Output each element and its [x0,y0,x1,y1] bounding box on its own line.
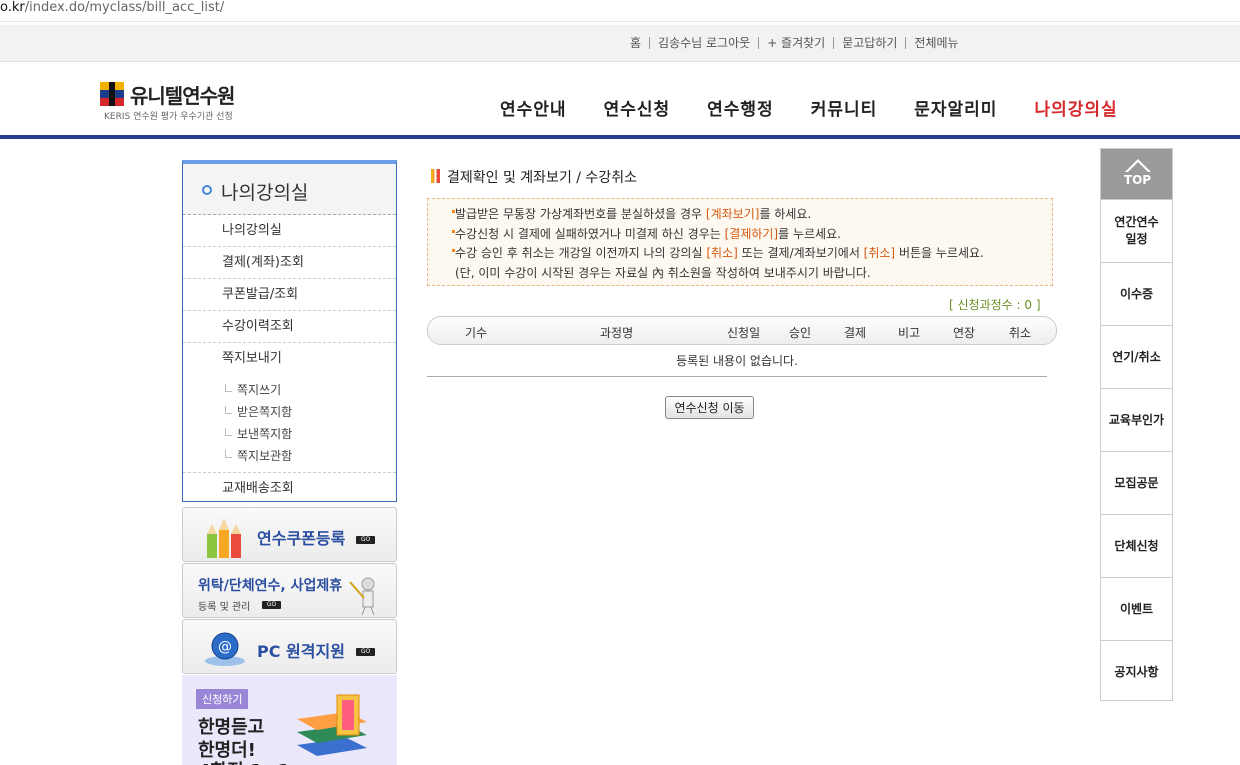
promo-tag: 신청하기 [196,689,249,709]
side-item-message[interactable]: 쪽지보내기 [183,343,396,375]
promo-banner[interactable]: 신청하기 한명듣고 한명더! 4학점 1+1 [182,675,397,765]
main-nav: 연수안내 연수신청 연수행정 커뮤니티 문자알리미 나의강의실 [500,95,1155,120]
quick-annual-schedule[interactable]: 연간연수 일정 [1101,199,1172,262]
logo-name: 유니텔연수원 [130,84,235,108]
util-allmenu-link[interactable]: 전체메뉴 [905,37,966,49]
col-payment: 결제 [844,326,867,340]
books-illustration-icon [297,694,367,756]
empty-message: 등록된 내용이 없습니다. [676,354,798,368]
side-item-history[interactable]: 수강이력조회 [183,311,396,343]
notice-text: 를 하세요. [759,207,812,221]
nav-divider [0,135,1240,139]
util-logout-link[interactable]: 김송수님 로그아웃 [649,37,758,49]
notice-text: 또는 결제/계좌보기에서 [737,246,864,260]
quick-postpone-cancel[interactable]: 연기/취소 [1101,325,1172,388]
scroll-top-button[interactable]: TOP [1101,149,1172,199]
notice-text: 발급받은 무통장 가상계좌번호를 분실하셨을 경우 [455,207,706,221]
notice-highlight: [취소] [706,246,738,260]
logo-tagline: KERIS 연수원 평가 우수기관 선정 [104,112,233,122]
sub-item-write[interactable]: 쪽지쓰기 [183,379,396,401]
promo-line3: 4학점 1+1 [198,757,290,765]
quick-ministry-approval[interactable]: 교육부인가 [1101,388,1172,451]
nav-myclass[interactable]: 나의강의실 [1034,95,1117,120]
svg-text:@: @ [218,639,232,655]
nav-community[interactable]: 커뮤니티 [811,95,878,120]
notice-text: 버튼을 누르세요. [895,246,984,260]
col-course: 과정명 [600,326,634,340]
quick-menu: TOP 연간연수 일정 이수증 연기/취소 교육부인가 모집공문 단체신청 이벤… [1100,148,1173,701]
col-term: 기수 [465,326,488,340]
remote-support-icon: @ [205,632,245,666]
quick-certificate[interactable]: 이수증 [1101,262,1172,325]
pencils-icon [207,518,241,558]
notice-highlight: [결제하기] [724,226,779,241]
sub-item-sent[interactable]: 보낸쪽지함 [183,423,396,445]
arrow-up-icon-inner [1128,162,1148,172]
group-go-badge: GO [262,601,281,609]
coupon-banner[interactable]: 연수쿠폰등록 GO [182,507,397,562]
notice-text: 수강신청 시 결제에 실패하였거나 미결제 하신 경우는 [455,226,725,241]
page-title: 결제확인 및 계좌보기 / 수강취소 [427,167,637,187]
circle-bullet-icon [202,185,212,195]
col-date: 신청일 [727,326,761,340]
nav-guide[interactable]: 연수안내 [500,95,567,120]
side-menu: 나의강의실 나의강의실 결제(계좌)조회 쿠폰발급/조회 수강이력조회 쪽지보내… [182,160,397,502]
quick-recruit-notice[interactable]: 모집공문 [1101,451,1172,514]
nav-sms[interactable]: 문자알리미 [914,95,997,120]
notice-line-1: 발급받은 무통장 가상계좌번호를 분실하셨을 경우 [계좌보기]를 하세요. [452,205,1052,225]
nav-apply[interactable]: 연수신청 [604,95,671,120]
util-home-link[interactable]: 홈 [630,37,649,49]
title-bar-icon [431,169,440,183]
notice-box: 발급받은 무통장 가상계좌번호를 분실하셨을 경우 [계좌보기]를 하세요. 수… [427,198,1053,286]
notice-line-3: 수강 승인 후 취소는 개강일 이전까지 나의 강의실 [취소] 또는 결제/계… [452,244,1052,264]
notice-highlight: [취소] [863,246,896,260]
side-menu-title-text: 나의강의실 [221,182,309,204]
remote-banner-label: PC 원격지원 [257,642,345,661]
quick-group-apply[interactable]: 단체신청 [1101,514,1172,577]
logo-mark-icon [100,82,124,106]
group-banner-label: 위탁/단체연수, 사업제휴 [198,578,343,594]
quick-event[interactable]: 이벤트 [1101,577,1172,640]
util-qna-link[interactable]: 묻고답하기 [833,37,905,49]
message-submenu: 쪽지쓰기 받은쪽지함 보낸쪽지함 쪽지보관함 [183,375,396,473]
table-header: 기수 과정명 신청일 승인 결제 비고 연장 취소 [427,316,1057,345]
side-menu-title: 나의강의실 [183,164,396,215]
remote-go-badge: GO [356,648,375,656]
col-cancel: 취소 [1009,326,1032,340]
go-apply-button[interactable]: 연수신청 이동 [665,396,754,419]
page-title-text: 결제확인 및 계좌보기 / 수강취소 [447,170,637,186]
remote-support-banner[interactable]: @ PC 원격지원 GO [182,619,397,674]
address-bar[interactable]: o.kr/index.do/myclass/bill_acc_list/ [0,0,1240,22]
util-bookmark-link[interactable]: + 즐겨찾기 [758,37,833,49]
top-label: TOP [1123,173,1152,187]
sub-item-archive[interactable]: 쪽지보관함 [183,445,396,467]
utility-bar: 홈 김송수님 로그아웃 + 즐겨찾기 묻고답하기 전체메뉴 [0,25,1240,62]
col-extend: 연장 [953,326,976,340]
notice-text: 수강 승인 후 취소는 개강일 이전까지 나의 강의실 [455,246,707,260]
group-training-banner[interactable]: 위탁/단체연수, 사업제휴 등록 및 관리 GO [182,563,397,618]
col-approval: 승인 [789,326,812,340]
notice-line-4: (단, 이미 수강이 시작된 경우는 자료실 內 취소원을 작성하여 보내주시기… [455,265,871,280]
group-banner-sub: 등록 및 관리 [198,602,251,613]
notice-line-2: 수강신청 시 결제에 실패하였거나 미결제 하신 경우는 [결제하기]를 누르세… [452,225,1052,245]
side-item-payment[interactable]: 결제(계좌)조회 [183,247,396,279]
presenter-icon [349,577,375,616]
coupon-go-badge: GO [356,536,375,544]
notice-highlight: [계좌보기] [705,207,760,221]
side-item-delivery[interactable]: 교재배송조회 [183,473,396,505]
url-domain: o.kr [0,0,25,15]
side-item-myclass[interactable]: 나의강의실 [183,215,396,247]
nav-admin[interactable]: 연수행정 [707,95,774,120]
table-bottom-rule [427,376,1047,377]
col-note: 비고 [898,326,921,340]
url-path: /index.do/myclass/bill_acc_list/ [24,0,225,15]
quick-notice[interactable]: 공지사항 [1101,640,1172,703]
site-header: 유니텔연수원 KERIS 연수원 평가 우수기관 선정 연수안내 연수신청 연수… [0,63,1240,135]
coupon-banner-label: 연수쿠폰등록 [257,529,346,548]
course-count: [ 신청과정수 : 0 ] [949,298,1041,312]
sub-item-inbox[interactable]: 받은쪽지함 [183,401,396,423]
notice-text: 를 누르세요. [778,226,841,241]
side-item-coupon[interactable]: 쿠폰발급/조회 [183,279,396,311]
